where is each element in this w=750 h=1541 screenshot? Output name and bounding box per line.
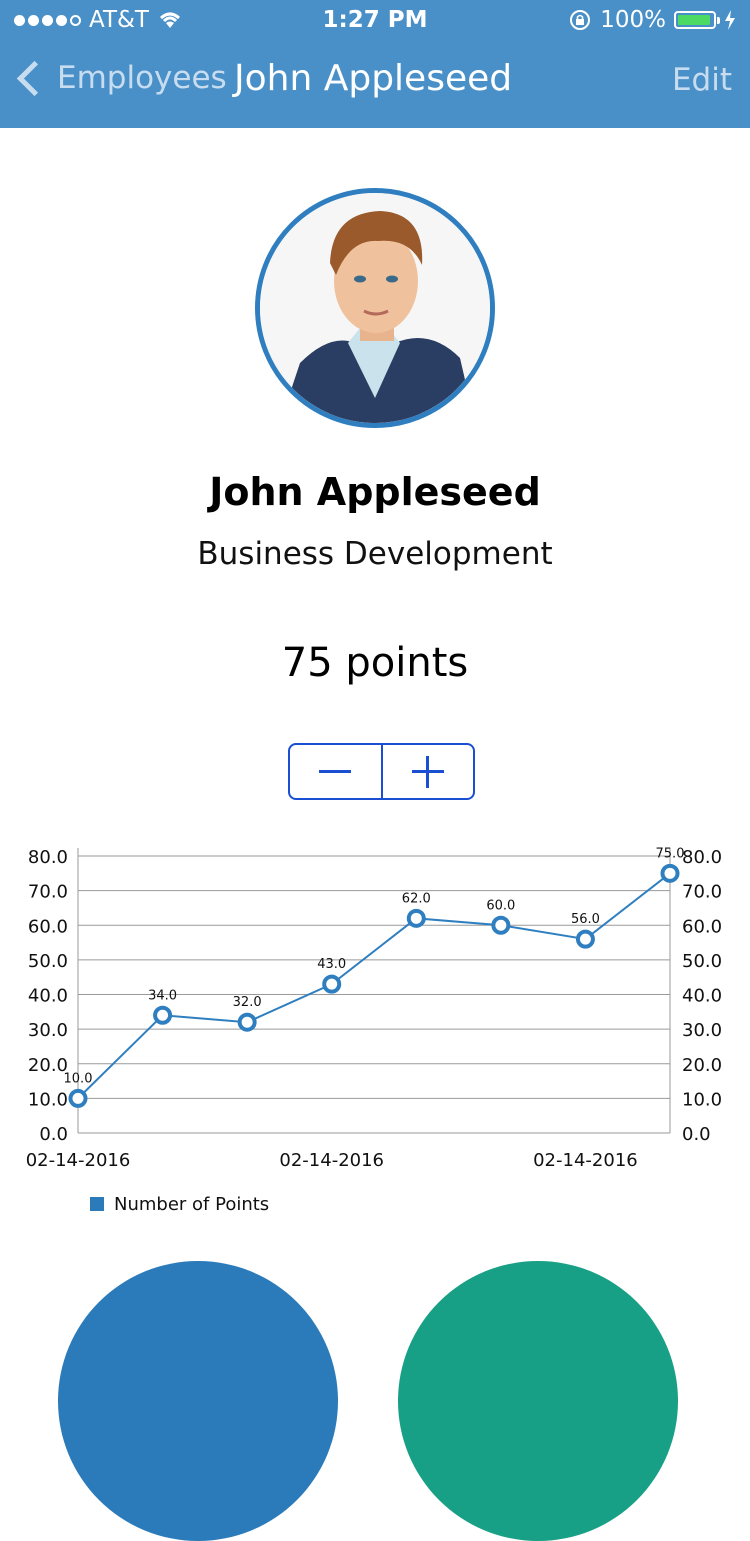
points-stepper[interactable] (288, 743, 475, 800)
y-tick-left: 30.0 (28, 1020, 68, 1041)
data-point (660, 863, 680, 883)
y-tick-right: 80.0 (682, 847, 722, 868)
blue-circle-button[interactable] (58, 1261, 338, 1541)
charging-icon (725, 10, 735, 30)
data-label: 56.0 (571, 912, 600, 927)
nav-title: John Appleseed (234, 58, 513, 99)
avatar (255, 188, 495, 428)
minus-icon (319, 770, 352, 773)
battery-icon (674, 11, 720, 29)
points-label: 75 points (281, 640, 469, 686)
navigation-bar: Employees John Appleseed Edit (0, 40, 750, 128)
rotation-lock-icon (570, 10, 591, 30)
status-right: 100% (568, 7, 736, 33)
data-label: 60.0 (486, 898, 515, 913)
data-label: 62.0 (402, 891, 431, 906)
avatar-portrait (260, 193, 490, 423)
y-tick-left: 50.0 (28, 951, 68, 972)
data-label: 43.0 (317, 957, 346, 972)
legend-label: Number of Points (114, 1194, 269, 1215)
employee-department: Business Development (197, 536, 553, 572)
data-point (491, 915, 511, 935)
y-tick-left: 20.0 (28, 1055, 68, 1076)
y-tick-right: 20.0 (682, 1055, 722, 1076)
data-point (68, 1088, 88, 1108)
y-tick-right: 60.0 (682, 916, 722, 937)
data-point (406, 908, 426, 928)
back-button[interactable]: Employees (14, 60, 227, 96)
y-tick-right: 30.0 (682, 1020, 722, 1041)
status-bar: AT&T 1:27 PM 100% (0, 0, 750, 40)
data-label: 32.0 (233, 995, 262, 1010)
y-tick-left: 60.0 (28, 916, 68, 937)
y-tick-right: 70.0 (682, 882, 722, 903)
x-tick-label: 02-14-2016 (533, 1150, 638, 1171)
green-circle-button[interactable] (398, 1261, 678, 1541)
y-tick-right: 0.0 (682, 1124, 711, 1145)
y-tick-left: 0.0 (39, 1124, 68, 1145)
employee-name: John Appleseed (209, 470, 541, 514)
data-label: 75.0 (656, 846, 685, 861)
points-chart: 0.0 0.010.0 10.020.0 20.030.0 30.040.0 40.050… (26, 846, 722, 1215)
chevron-left-icon (16, 60, 53, 96)
edit-button[interactable]: Edit (672, 62, 732, 98)
y-tick-left: 10.0 (28, 1089, 68, 1110)
back-label: Employees (57, 60, 227, 96)
y-tick-left: 40.0 (28, 986, 68, 1007)
data-point (575, 929, 595, 949)
x-tick-label: 02-14-2016 (279, 1150, 384, 1171)
decrement-button[interactable] (290, 745, 383, 798)
y-tick-left: 80.0 (28, 847, 68, 868)
y-tick-right: 40.0 (682, 986, 722, 1007)
data-point (322, 974, 342, 994)
y-tick-left: 70.0 (28, 882, 68, 903)
data-label: 10.0 (64, 1071, 93, 1086)
increment-button[interactable] (383, 745, 474, 798)
battery-percent: 100% (600, 7, 666, 33)
data-point (153, 1005, 173, 1025)
y-tick-right: 10.0 (682, 1089, 722, 1110)
legend-swatch (90, 1197, 104, 1211)
plus-icon (411, 755, 444, 788)
x-tick-label: 02-14-2016 (26, 1150, 131, 1171)
series-line (77, 872, 671, 1100)
data-label: 34.0 (148, 988, 177, 1003)
y-tick-right: 50.0 (682, 951, 722, 972)
data-point (237, 1012, 257, 1032)
